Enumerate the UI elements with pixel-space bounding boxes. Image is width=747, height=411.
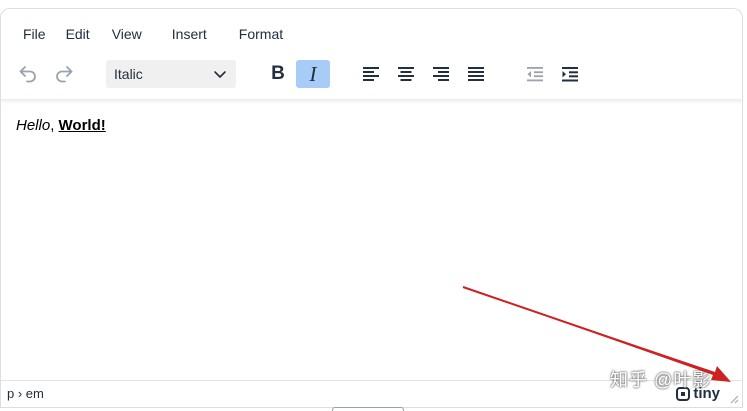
menu-file[interactable]: File xyxy=(13,21,56,49)
align-center-button[interactable] xyxy=(389,60,423,88)
redo-button[interactable] xyxy=(47,60,81,88)
indent-button[interactable] xyxy=(553,60,587,88)
bold-label: B xyxy=(271,63,285,84)
indent-icon xyxy=(562,67,578,82)
editor-container: File Edit View Insert Format Italic B I … xyxy=(0,8,743,408)
editor-header: File Edit View Insert Format Italic B I xyxy=(1,9,742,100)
align-right-icon xyxy=(433,67,449,81)
bold-underlined-text: World! xyxy=(58,117,106,134)
outdent-icon xyxy=(527,67,543,82)
element-path[interactable]: p › em xyxy=(7,386,44,401)
format-select[interactable]: Italic xyxy=(106,60,236,88)
editor-content[interactable]: Hello, World! xyxy=(16,117,106,134)
redo-icon xyxy=(56,66,73,83)
align-right-button[interactable] xyxy=(424,60,458,88)
align-left-icon xyxy=(363,67,379,81)
italic-text: Hello xyxy=(16,117,51,134)
align-left-button[interactable] xyxy=(354,60,388,88)
menu-view[interactable]: View xyxy=(102,21,152,49)
undo-button[interactable] xyxy=(11,60,45,88)
align-justify-button[interactable] xyxy=(459,60,493,88)
menu-insert[interactable]: Insert xyxy=(162,21,217,49)
menu-format[interactable]: Format xyxy=(229,21,293,49)
format-select-value: Italic xyxy=(114,66,143,82)
align-center-icon xyxy=(398,67,414,81)
outer-page-tab xyxy=(332,407,404,411)
align-justify-icon xyxy=(468,67,484,81)
italic-button[interactable]: I xyxy=(296,60,330,88)
resize-handle-icon[interactable] xyxy=(729,394,739,404)
italic-label: I xyxy=(309,61,317,86)
watermark: 知乎 @叶影 xyxy=(610,370,712,390)
chevron-down-icon xyxy=(214,71,226,78)
menu-edit[interactable]: Edit xyxy=(56,21,100,49)
bold-button[interactable]: B xyxy=(261,60,295,88)
outdent-button[interactable] xyxy=(518,60,552,88)
menubar: File Edit View Insert Format xyxy=(13,21,293,49)
undo-icon xyxy=(19,66,36,83)
content-separator: , xyxy=(50,117,59,134)
